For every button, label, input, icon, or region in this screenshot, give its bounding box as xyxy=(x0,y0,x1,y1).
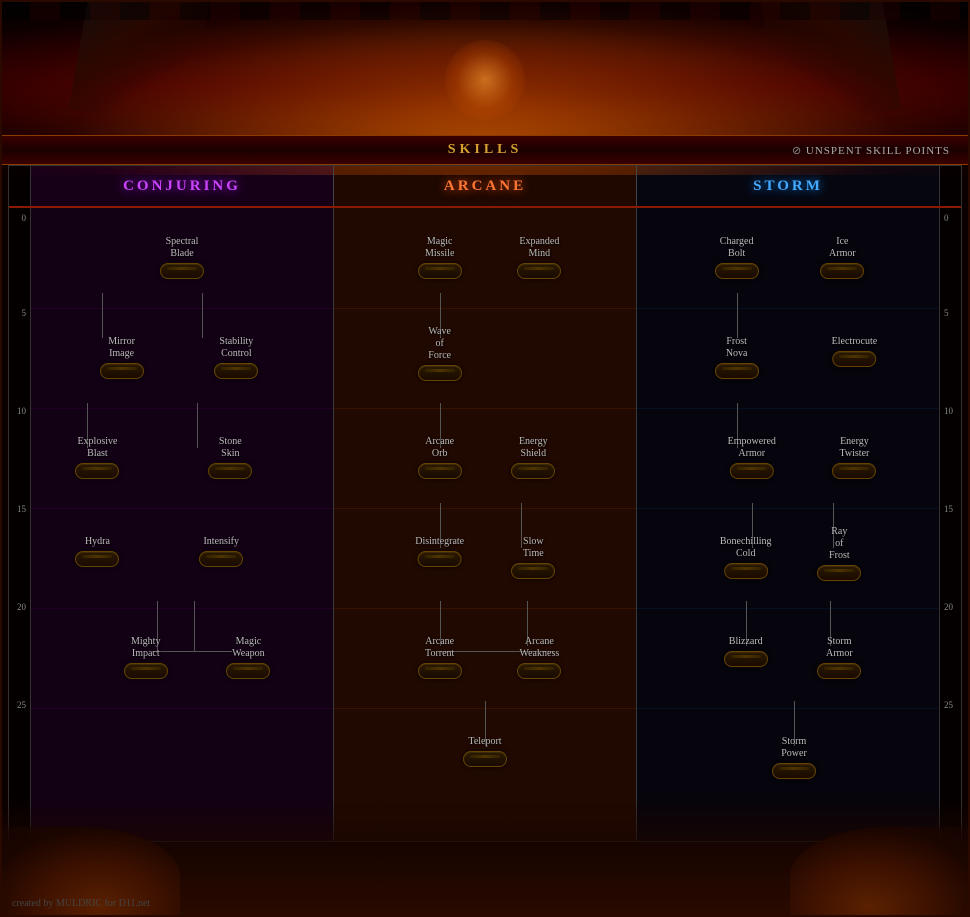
bonechilling-cold-btn[interactable] xyxy=(724,563,768,579)
ray-of-frost-btn[interactable] xyxy=(817,565,861,581)
storm-header: Storm xyxy=(637,166,939,206)
skill-stability-control[interactable]: StabilityControl xyxy=(214,336,258,379)
skill-expanded-mind[interactable]: ExpandedMind xyxy=(517,236,561,279)
right-ruler: 0 5 10 15 20 25 xyxy=(939,208,961,841)
stability-control-btn[interactable] xyxy=(214,363,258,379)
empowered-armor-btn[interactable] xyxy=(730,463,774,479)
skill-ray-of-frost[interactable]: RayofFrost xyxy=(817,526,861,581)
skill-arcane-weakness[interactable]: ArcaneWeakness xyxy=(517,636,561,679)
skill-blizzard[interactable]: Blizzard xyxy=(724,636,768,667)
unspent-points: Unspent Skill Points xyxy=(750,144,950,157)
skill-hydra[interactable]: Hydra xyxy=(75,536,119,567)
skill-arcane-torrent[interactable]: ArcaneTorrent xyxy=(418,636,462,679)
right-ruler-20: 20 xyxy=(944,602,953,612)
charged-bolt-btn[interactable] xyxy=(715,263,759,279)
right-ruler-0: 0 xyxy=(944,213,949,223)
skill-frost-nova[interactable]: FrostNova xyxy=(715,336,759,379)
skill-disintegrate[interactable]: Disintegrate xyxy=(415,536,464,567)
energy-twister-btn[interactable] xyxy=(832,463,876,479)
ruler-25: 25 xyxy=(17,700,26,710)
skills-header: Skills Unspent Skill Points xyxy=(0,135,970,165)
skill-mirror-image[interactable]: MirrorImage xyxy=(100,336,144,379)
skill-ice-armor[interactable]: IceArmor xyxy=(820,236,864,279)
electrocute-btn[interactable] xyxy=(832,351,876,367)
ruler-5: 5 xyxy=(22,308,27,318)
skill-mighty-impact[interactable]: MightyImpact xyxy=(124,636,168,679)
right-ruler-5: 5 xyxy=(944,308,949,318)
skill-spectral-blade[interactable]: SpectralBlade xyxy=(160,236,204,279)
hydra-btn[interactable] xyxy=(75,551,119,567)
skill-charged-bolt[interactable]: ChargedBolt xyxy=(715,236,759,279)
skill-arcane-orb[interactable]: ArcaneOrb xyxy=(418,436,462,479)
footer-credit: created by MULDRIC for D11.net xyxy=(12,898,150,909)
skill-magic-missile[interactable]: MagicMissile xyxy=(418,236,462,279)
ruler-15: 15 xyxy=(17,504,26,514)
skill-intensify[interactable]: Intensify xyxy=(199,536,243,567)
explosive-blast-btn[interactable] xyxy=(75,463,119,479)
skill-energy-twister[interactable]: EnergyTwister xyxy=(832,436,876,479)
magic-weapon-btn[interactable] xyxy=(226,663,270,679)
ruler-0: 0 xyxy=(22,213,27,223)
spectral-blade-btn[interactable] xyxy=(160,263,204,279)
skill-electrocute[interactable]: Electrocute xyxy=(832,336,878,367)
slow-time-btn[interactable] xyxy=(511,563,555,579)
skill-storm-armor[interactable]: StormArmor xyxy=(817,636,861,679)
skill-stone-skin[interactable]: StoneSkin xyxy=(208,436,252,479)
stone-skin-btn[interactable] xyxy=(208,463,252,479)
arcane-weakness-btn[interactable] xyxy=(517,663,561,679)
storm-power-btn[interactable] xyxy=(772,763,816,779)
skill-storm-power[interactable]: StormPower xyxy=(772,736,816,779)
left-ruler: 0 5 10 15 20 25 xyxy=(9,208,31,841)
skill-explosive-blast[interactable]: ExplosiveBlast xyxy=(75,436,119,479)
right-ruler-25: 25 xyxy=(944,700,953,710)
expanded-mind-btn[interactable] xyxy=(517,263,561,279)
ice-armor-btn[interactable] xyxy=(820,263,864,279)
frost-nova-btn[interactable] xyxy=(715,363,759,379)
header-title: Skills xyxy=(448,142,523,158)
wave-of-force-btn[interactable] xyxy=(418,365,462,381)
storm-armor-btn[interactable] xyxy=(817,663,861,679)
arcane-header: Arcane xyxy=(334,166,637,206)
teleport-btn[interactable] xyxy=(463,751,507,767)
energy-shield-btn[interactable] xyxy=(511,463,555,479)
magic-missile-btn[interactable] xyxy=(418,263,462,279)
skill-bonechilling-cold[interactable]: BonechillingCold xyxy=(720,536,772,579)
skill-energy-shield[interactable]: EnergyShield xyxy=(511,436,555,479)
blizzard-btn[interactable] xyxy=(724,651,768,667)
arcane-orb-btn[interactable] xyxy=(418,463,462,479)
ruler-20: 20 xyxy=(17,602,26,612)
mirror-image-btn[interactable] xyxy=(100,363,144,379)
skill-empowered-armor[interactable]: EmpoweredArmor xyxy=(728,436,776,479)
ruler-10: 10 xyxy=(17,406,26,416)
skill-slow-time[interactable]: SlowTime xyxy=(511,536,555,579)
intensify-btn[interactable] xyxy=(199,551,243,567)
conjuring-header: Conjuring xyxy=(31,166,334,206)
conjuring-column: SpectralBlade MirrorImage StabilityContr… xyxy=(31,208,334,841)
right-ruler-15: 15 xyxy=(944,504,953,514)
disintegrate-btn[interactable] xyxy=(418,551,462,567)
skill-magic-weapon[interactable]: MagicWeapon xyxy=(226,636,270,679)
arcane-torrent-btn[interactable] xyxy=(418,663,462,679)
arcane-column: MagicMissile ExpandedMind WaveofForce Ar… xyxy=(334,208,637,841)
skill-wave-of-force[interactable]: WaveofForce xyxy=(418,326,462,381)
storm-column: ChargedBolt IceArmor FrostNova Electrocu… xyxy=(637,208,939,841)
mighty-impact-btn[interactable] xyxy=(124,663,168,679)
right-ruler-10: 10 xyxy=(944,406,953,416)
skill-teleport[interactable]: Teleport xyxy=(463,736,507,767)
